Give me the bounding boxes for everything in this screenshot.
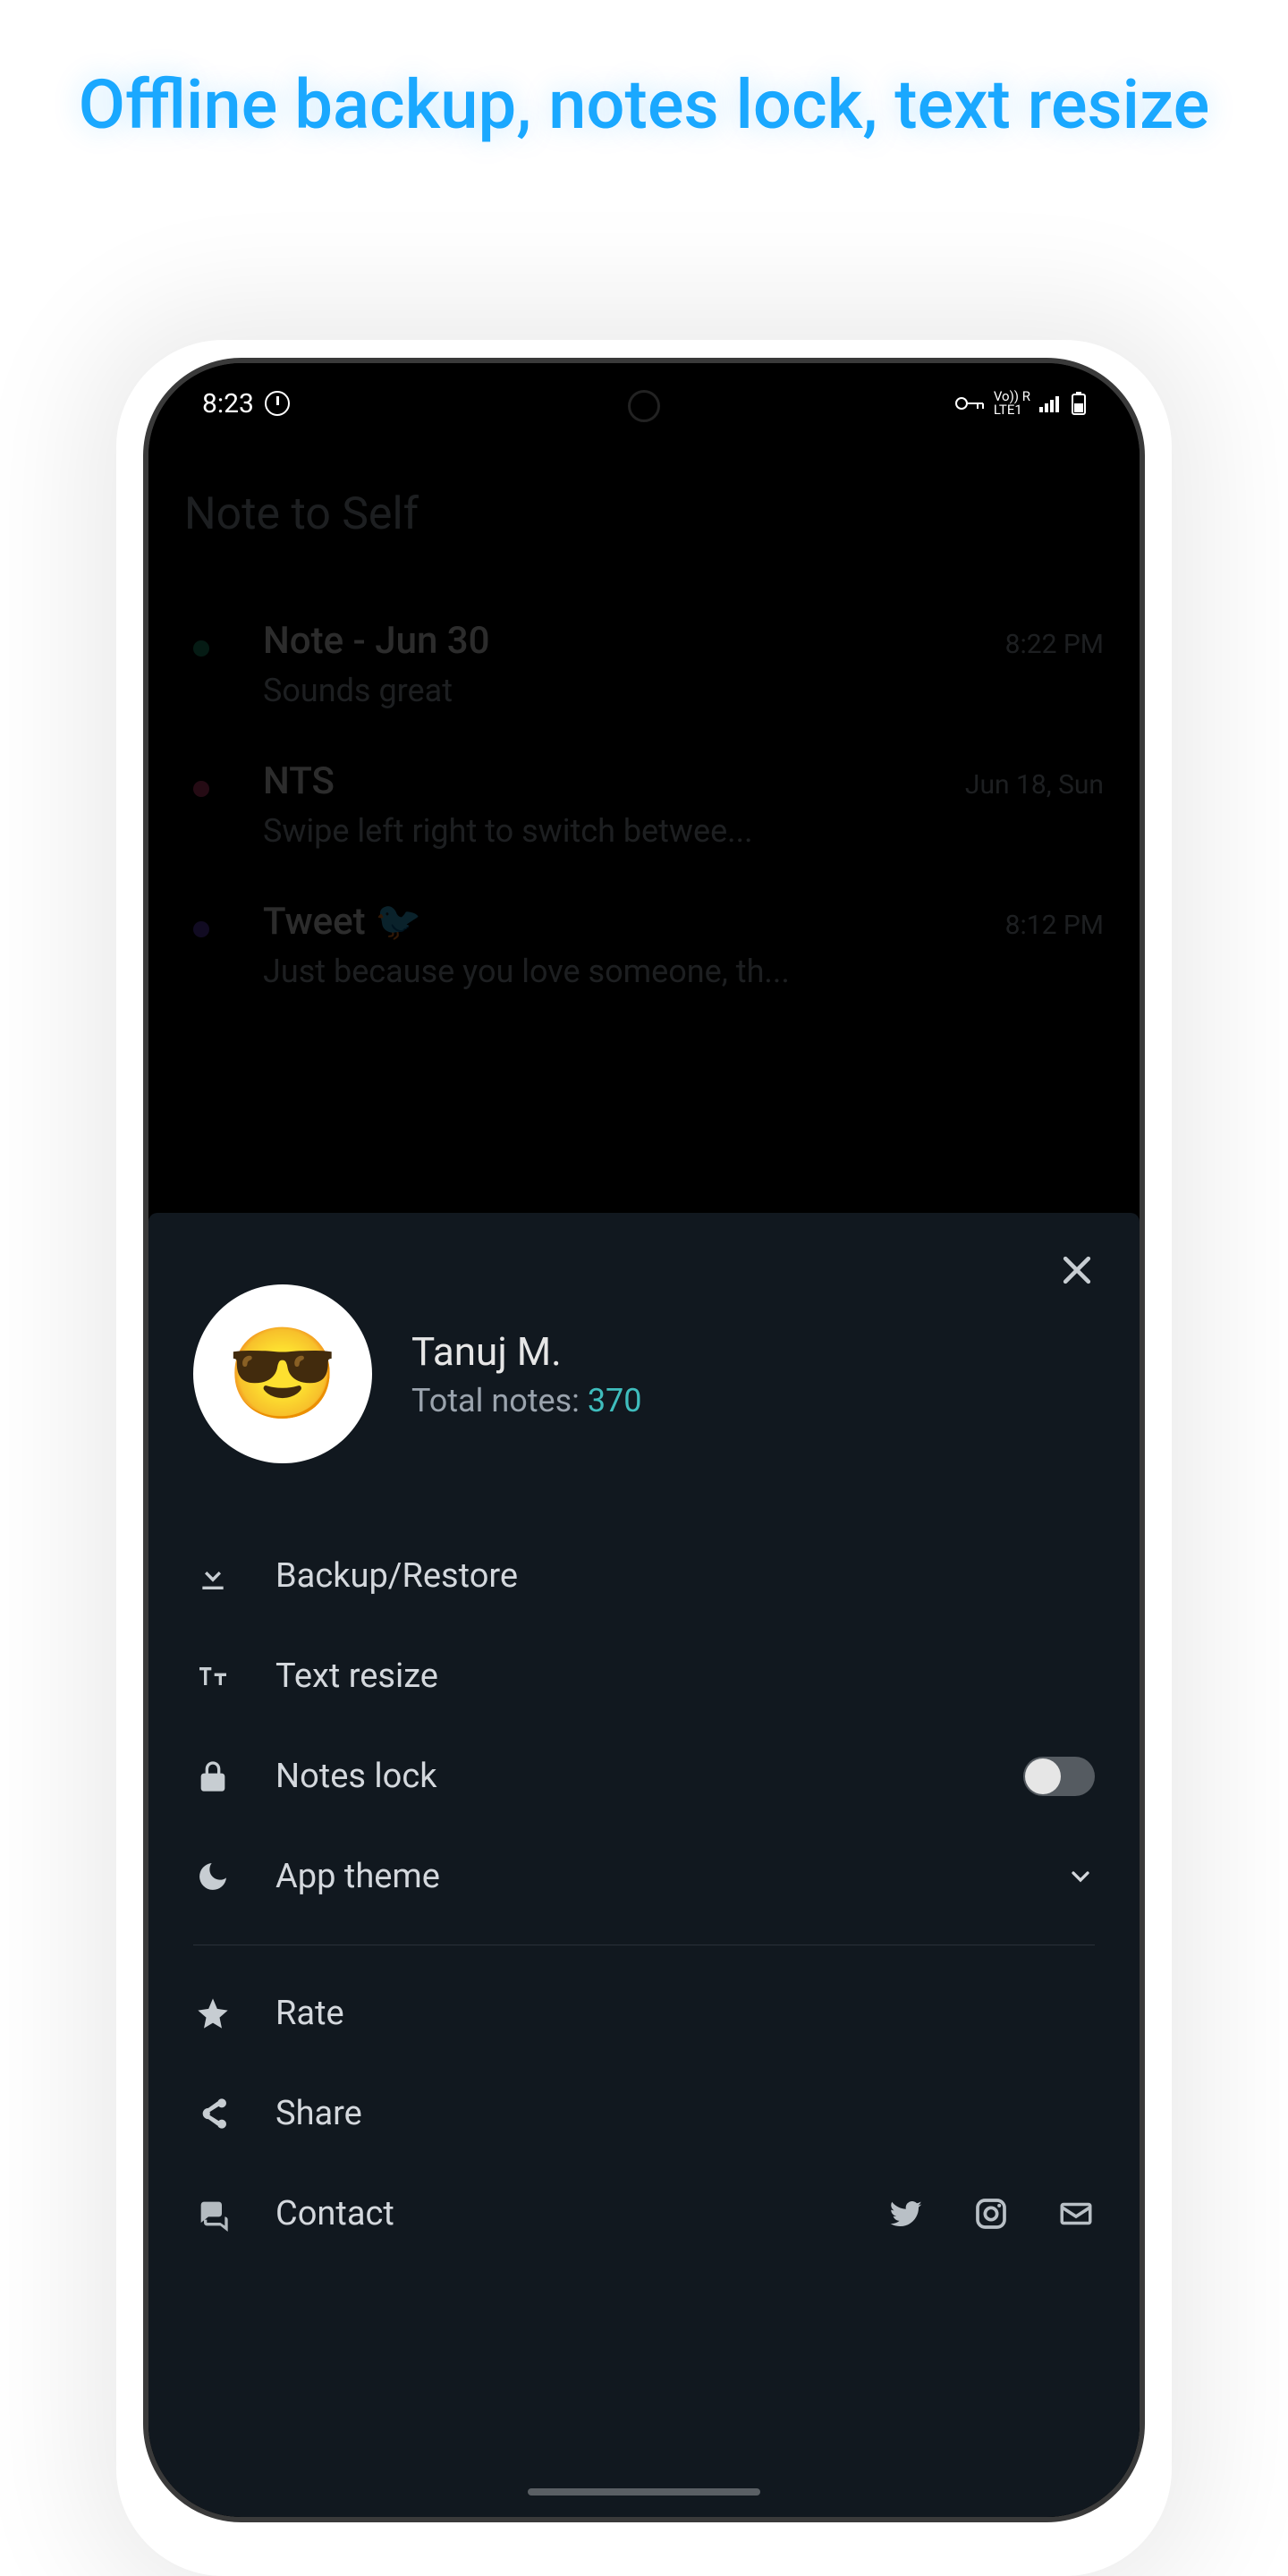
menu-label: Contact: [275, 2194, 844, 2233]
note-title: Tweet 🐦: [263, 900, 421, 944]
note-row[interactable]: NTS Jun 18, Sun Swipe left right to swit…: [184, 734, 1104, 875]
vpn-key-icon: [954, 394, 985, 412]
note-color-dot: [193, 921, 209, 937]
text-resize-button[interactable]: Text resize: [193, 1626, 1095, 1726]
mail-icon[interactable]: [1057, 2195, 1095, 2233]
app-main-dimmed: Note to Self Note - Jun 30 8:22 PM Sound…: [148, 453, 1140, 1015]
download-icon: [193, 1556, 233, 1596]
note-title: NTS: [263, 759, 335, 803]
screen: 8:23 Vo)) R LTE1: [148, 363, 1140, 2517]
note-time: 8:22 PM: [1005, 629, 1104, 660]
share-button[interactable]: Share: [193, 2063, 1095, 2164]
note-time: 8:12 PM: [1005, 910, 1104, 941]
battery-icon: [1072, 392, 1086, 415]
avatar: 😎: [193, 1284, 372, 1463]
chevron-down-icon: [1066, 1862, 1095, 1891]
status-time: 8:23: [202, 388, 254, 419]
signal-icon: [1039, 394, 1063, 412]
menu-label: Share: [275, 2094, 1095, 2133]
star-icon: [193, 1994, 233, 2033]
lte-indicator: Vo)) R LTE1: [994, 390, 1030, 417]
menu-label: Backup/Restore: [275, 1556, 1095, 1596]
note-row[interactable]: Tweet 🐦 8:12 PM Just because you love so…: [184, 875, 1104, 1015]
clock-icon: [265, 391, 290, 416]
menu-label: App theme: [275, 1857, 1023, 1896]
app-theme-button[interactable]: App theme: [193, 1826, 1095, 1927]
share-icon: [193, 2094, 233, 2133]
profile-notes-count: Total notes: 370: [411, 1382, 642, 1419]
instagram-icon[interactable]: [973, 2196, 1009, 2232]
twitter-icon[interactable]: [887, 2195, 925, 2233]
phone-side-button: [1141, 971, 1145, 1123]
phone-side-button: [1141, 1159, 1145, 1428]
notes-lock-toggle[interactable]: [1023, 1757, 1095, 1796]
marketing-headline: Offline backup, notes lock, text resize: [0, 0, 1288, 148]
profile-name: Tanuj M.: [411, 1328, 642, 1375]
note-color-dot: [193, 640, 209, 657]
menu-label: Text resize: [275, 1657, 1095, 1696]
menu-label: Notes lock: [275, 1757, 980, 1796]
camera-notch: [628, 390, 660, 422]
phone-frame: 8:23 Vo)) R LTE1: [143, 358, 1145, 2522]
note-color-dot: [193, 781, 209, 797]
status-right: Vo)) R LTE1: [954, 390, 1086, 417]
rate-button[interactable]: Rate: [193, 1963, 1095, 2063]
app-title: Note to Self: [184, 488, 1104, 540]
moon-icon: [193, 1857, 233, 1896]
settings-bottom-sheet: 😎 Tanuj M. Total notes: 370 Backup/Resto…: [148, 1213, 1140, 2517]
backup-restore-button[interactable]: Backup/Restore: [193, 1526, 1095, 1626]
menu-label: Rate: [275, 1994, 1095, 2033]
text-size-icon: [193, 1657, 233, 1696]
note-time: Jun 18, Sun: [965, 769, 1104, 801]
notes-lock-row[interactable]: Notes lock: [193, 1726, 1095, 1826]
gesture-bar: [528, 2488, 760, 2496]
note-snippet: Sounds great: [263, 672, 1104, 709]
note-row[interactable]: Note - Jun 30 8:22 PM Sounds great: [184, 594, 1104, 734]
note-snippet: Just because you love someone, th...: [263, 953, 1104, 990]
lock-icon: [193, 1757, 233, 1796]
profile-header: 😎 Tanuj M. Total notes: 370: [193, 1284, 1095, 1463]
contact-row: Contact: [193, 2164, 1095, 2264]
status-left: 8:23: [202, 388, 290, 419]
note-snippet: Swipe left right to switch betwee...: [263, 812, 1104, 850]
close-icon[interactable]: [1057, 1250, 1097, 1290]
chat-icon: [193, 2194, 233, 2233]
note-title: Note - Jun 30: [263, 619, 490, 663]
